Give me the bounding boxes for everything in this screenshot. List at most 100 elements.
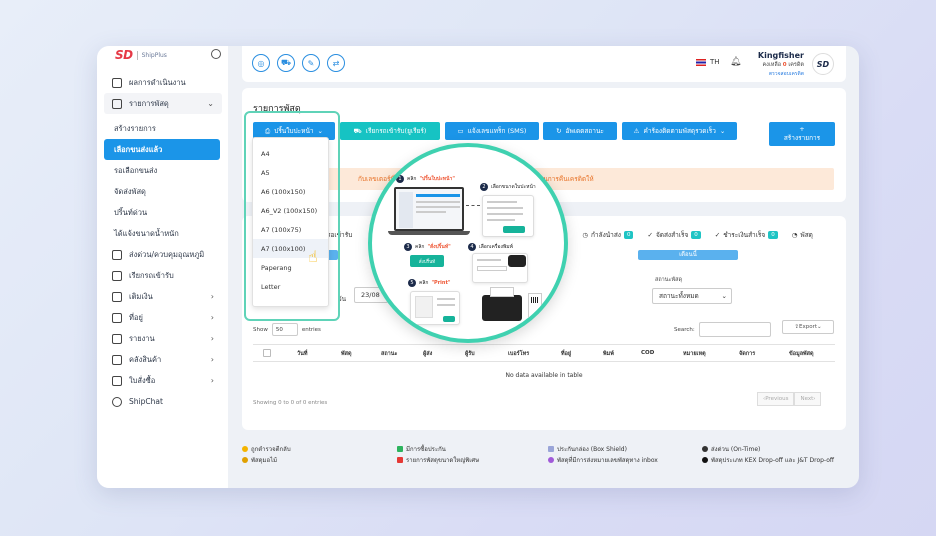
sidebar-item-topup[interactable]: เติมเงิน › [104,286,222,307]
tutorial-step-5: 5 คลิก "Print" [408,279,450,287]
range-strip-month[interactable]: เดือนนี้ [638,250,738,260]
sidebar-item-shipchat[interactable]: ShipChat [104,391,222,412]
car-icon [112,270,122,281]
sidebar-item-dashboard[interactable]: ผลการดำเนินงาน [104,72,222,93]
pagination: ‹ Previous Next › [757,392,822,406]
export-button[interactable]: ⇪ Export ⌄ [782,320,834,334]
avatar[interactable]: SD [812,53,834,75]
sidebar-sub-ship[interactable]: จัดส่งพัสดุ [104,181,222,202]
tab-paid[interactable]: ✓ ชำระเงินสำเร็จ 0 [715,230,778,240]
search-input[interactable] [698,322,771,337]
tab-in-transit[interactable]: ◷ กำลังนำส่ง 0 [582,230,634,240]
sidebar-item-parcels[interactable]: รายการพัสดุ ⌄ [104,93,222,114]
col-phone[interactable]: เบอร์โทร [508,350,529,358]
laptop-illustration [394,187,464,231]
col-cod[interactable]: COD [641,350,654,356]
box-shield-icon [548,446,554,452]
tutorial-zoom-circle: 1 คลิก "ปริ้นใบปะหน้า" 2 เลือกขนาดใบปะหน้… [368,143,568,343]
receipt-icon [112,375,122,386]
sidebar-item-express[interactable]: ส่งด่วน/ควบคุมอุณหภูมิ [104,244,222,265]
table-header: วันที่ พัสดุ สถานะ ผู้ส่ง ผู้รับ เบอร์โท… [253,344,835,362]
dropdown-option[interactable]: A7 (100x75) [253,220,328,239]
top-shortcuts: ◎ ⛟ ✎ ⇄ [252,54,345,72]
prev-page-button[interactable]: ‹ Previous [757,392,795,406]
parcel-shortcut-icon[interactable]: ◎ [252,54,270,72]
col-print[interactable]: พิมพ์ [603,350,614,358]
printer-icon [508,255,526,267]
label-printer-icon [482,287,522,321]
credit-balance: คงเหลือ 0 เครดิต [762,62,804,68]
col-parcel-info[interactable]: ข้อมูลพัสดุ [789,350,814,358]
col-sender[interactable]: ผู้ส่ง [423,350,432,358]
entries-select[interactable]: 50 [271,323,298,336]
language-switch[interactable]: TH [696,58,720,66]
empty-table-message: No data available in table [505,372,583,379]
col-manage[interactable]: จัดการ [739,350,755,358]
claim-request-button[interactable]: ⚠ คำร้องติดตามพัสดุรวดเร็ว ⌄ [622,122,737,140]
pointer-hand-icon: ☝ [308,247,318,266]
select-all-checkbox[interactable] [263,349,271,357]
col-date[interactable]: วันที่ [297,350,307,358]
update-status-button[interactable]: ↻ อัพเดตสถานะ [543,122,617,140]
dropdown-option[interactable]: A4 [253,144,328,163]
sidebar-item-address[interactable]: ที่อยู่ › [104,307,222,328]
bell-icon[interactable]: 🔔︎ [730,57,741,67]
col-parcel[interactable]: พัสดุ [341,350,352,358]
inbox-icon [548,457,554,463]
logo-mark: SD [115,48,133,62]
sidebar-sub-create[interactable]: สร้างรายการ [104,118,222,139]
paper-size-card [482,195,534,237]
check-icon: ✓ [714,231,721,239]
tab-parcels[interactable]: ◔ พัสดุ [792,230,813,240]
sidebar-sub-weight[interactable]: ได้แจ้งขนาดน้ำหนัก [104,223,222,244]
user-info[interactable]: Kingfisher คงเหลือ 0 เครดิต ตรวจสอบเครดิ… [746,51,804,78]
refresh-icon: ↻ [556,127,562,135]
next-page-button[interactable]: Next › [794,392,822,406]
rocket-icon [702,446,708,452]
sidebar-item-report[interactable]: รายงาน › [104,328,222,349]
sidebar-item-orders[interactable]: ใบสั่งซื้อ › [104,370,222,391]
sidebar-item-warehouse[interactable]: คลังสินค้า › [104,349,222,370]
tutorial-step-3: 3 คลิก "สั่งปริ้นท์" [404,243,451,251]
sidebar-item-pickup[interactable]: เรียกรถเข้ารับ [104,265,222,286]
flow-arrow [466,205,480,206]
chevron-right-icon: › [210,292,214,301]
home-icon [112,77,122,88]
print-order-button: สั่งปริ้นท์ [410,255,444,267]
sidebar-sub-quick-print[interactable]: ปริ้นท์ด่วน [104,202,222,223]
sms-tracking-button[interactable]: ▭ แจ้งเลขแทร็ก (SMS) [445,122,539,140]
printed-label-icon [528,293,542,319]
sidebar-sub-waiting-carrier[interactable]: รอเลือกขนส่ง [104,160,222,181]
warning-icon: ⚠ [633,127,640,135]
create-item-button[interactable]: + สร้างรายการ [769,122,835,146]
col-note[interactable]: หมายเหตุ [683,350,706,358]
settings-gear-icon[interactable] [211,49,221,59]
report-icon [112,333,122,344]
legend-item: ส่งด่วน (On-Time) [702,444,842,455]
dropdown-option[interactable]: A5 [253,163,328,182]
message-icon: ▭ [457,127,464,135]
call-pickup-button[interactable]: ⛟ เรียกรถเข้ารับ(ยูเรียร์) [340,122,440,140]
legend-col-1: ถูกตำรวจตีกลับ พัสดุมอไม้ [242,444,291,466]
dropdown-option[interactable]: A6_V2 (100x150) [253,201,328,220]
dropdown-option[interactable]: Letter [253,277,328,296]
col-status[interactable]: สถานะ [381,350,398,358]
edit-shortcut-icon[interactable]: ✎ [302,54,320,72]
col-address[interactable]: ที่อยู่ [561,350,571,358]
col-receiver[interactable]: ผู้รับ [465,350,475,358]
credit-check-link[interactable]: ตรวจสอบเครดิต [746,70,804,78]
tab-delivered[interactable]: ✓ จัดส่งสำเร็จ 0 [647,230,701,240]
transfer-shortcut-icon[interactable]: ⇄ [327,54,345,72]
chevron-right-icon: › [210,313,214,322]
dropdown-option[interactable]: A6 (100x150) [253,182,328,201]
status-select[interactable]: สถานะทั้งหมด ⌄ [652,288,732,304]
count-badge: 0 [691,231,701,239]
truck-shortcut-icon[interactable]: ⛟ [277,54,295,72]
tutorial-step-4: 4 เลือกเครื่องพิมพ์ [468,243,513,251]
clock-icon: ◔ [791,231,798,239]
legend-item: พัสดุที่มีการส่งหมายเลขพัสดุทาง inbox [548,455,658,466]
dialog-print-button [443,316,455,322]
chat-icon [112,396,122,407]
confirm-size-button [503,226,525,233]
sidebar-sub-selected-carrier[interactable]: เลือกขนส่งแล้ว [104,139,220,160]
